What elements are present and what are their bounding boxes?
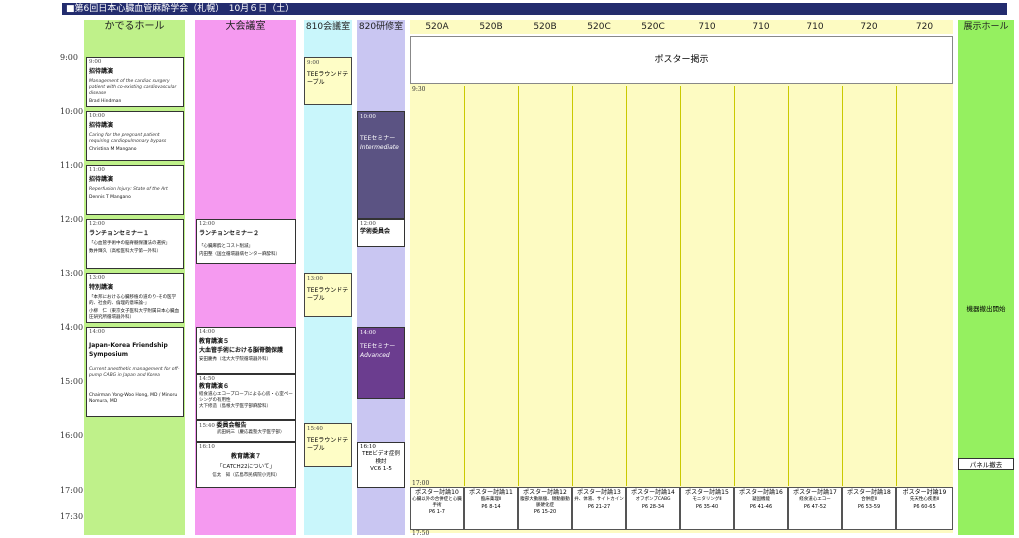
time-label: 17:00 <box>60 486 84 495</box>
poster-end-time: 17:50 <box>412 530 430 537</box>
time-label: 15:00 <box>60 377 84 386</box>
poster-divider <box>572 86 573 486</box>
column-poster <box>410 36 953 533</box>
hall-header-720-1: 720 <box>842 20 896 34</box>
time-label: 13:00 <box>60 269 84 278</box>
poster-session-16[interactable]: ポスター討論16 凝固機能 P6 41-46 <box>734 487 788 530</box>
session-daikaigi-1200[interactable]: 12:00 ランチョンセミナー２ 「心臓麻酔とコスト削減」 内田整（国立循環器病… <box>196 219 296 264</box>
time-label: 12:00 <box>60 215 84 224</box>
time-label: 16:00 <box>60 431 84 440</box>
poster-divider <box>734 86 735 486</box>
poster-session-13[interactable]: ポスター討論13 弁、体液、サイトカイン P6 21-27 <box>572 487 626 530</box>
hall-header-520C-1: 520C <box>572 20 626 34</box>
hall-header-710-2: 710 <box>734 20 788 34</box>
poster-session-17[interactable]: ポスター討論17 経食道心エコー P6 47-52 <box>788 487 842 530</box>
hall-header-720-2: 720 <box>896 20 953 34</box>
hall-header-710-3: 710 <box>788 20 842 34</box>
hall-header-520A: 520A <box>410 20 464 34</box>
poster-divider <box>788 86 789 486</box>
poster-session-19[interactable]: ポスター討論19 先天性心疾患Ⅱ P6 60-65 <box>896 487 953 530</box>
poster-session-18[interactable]: ポスター討論18 合併症Ⅱ P6 53-59 <box>842 487 896 530</box>
session-kaderu-1000[interactable]: 10:00 招待講演 Caring for the pregnant patie… <box>86 111 184 161</box>
time-label: 17:30 <box>60 512 84 521</box>
session-820-1200[interactable]: 12:00 学術委員会 <box>357 219 405 247</box>
session-820-1000[interactable]: 10:00 TEEセミナー Intermediate <box>357 111 405 219</box>
session-810-0900[interactable]: 9:00 TEEラウンドテーブル <box>304 57 352 105</box>
session-810-1300[interactable]: 13:00 TEEラウンドテーブル <box>304 273 352 317</box>
time-label: 10:00 <box>60 107 84 116</box>
session-kaderu-0900[interactable]: 9:00 招待講演 Management of the cardiac surg… <box>86 57 184 107</box>
hall-header-520C-2: 520C <box>626 20 680 34</box>
session-kaderu-1300[interactable]: 13:00 特別講演 「本邦における心臓移植の道のり-その医学的、社会的、倫理的… <box>86 273 184 323</box>
poster-session-time: 17:00 <box>412 480 430 487</box>
poster-start-time: 9:30 <box>412 86 426 93</box>
session-daikaigi-1610[interactable]: 16:10 教育講演７ 「CATCH22について」 信太 知（広島市民病院小児科… <box>196 442 296 488</box>
hall-header-exhibit: 展示ホール <box>963 22 1009 32</box>
poster-divider <box>626 86 627 486</box>
hall-header-710-1: 710 <box>680 20 734 34</box>
time-label: 14:00 <box>60 323 84 332</box>
poster-divider <box>518 86 519 486</box>
session-kaderu-1200[interactable]: 12:00 ランチョンセミナー１ 「心血管手術中の脳脊髄保護法の選択」 数井輝久… <box>86 219 184 269</box>
time-label: 9:00 <box>60 53 78 62</box>
poster-session-12[interactable]: ポスター討論12 腹部大動脈瘤、頸動脈動脈硬化症 P6 15-20 <box>518 487 572 530</box>
poster-divider <box>896 86 897 486</box>
poster-divider <box>842 86 843 486</box>
poster-divider <box>680 86 681 486</box>
exhibit-removal-start: 機器撤出開始 <box>966 305 1006 313</box>
session-kaderu-1400[interactable]: 14:00 Japan-Korea Friendship Symposium C… <box>86 327 184 417</box>
poster-session-14[interactable]: ポスター討論14 オフポンプCABG P6 28-34 <box>626 487 680 530</box>
hall-header-820: 820研修室 <box>358 22 404 32</box>
hall-header-810: 810会議室 <box>305 22 351 32</box>
poster-session-11[interactable]: ポスター討論11 臨床薬理Ⅱ P6 8-14 <box>464 487 518 530</box>
poster-session-10[interactable]: ポスター討論10 心臓以外の合併症と心臓手術 P6 1-7 <box>410 487 464 530</box>
session-kaderu-1100[interactable]: 11:00 招待講演 Reperfusion Injury: State of … <box>86 165 184 215</box>
hall-header-520B-2: 520B <box>518 20 572 34</box>
session-daikaigi-1540[interactable]: 15:40 委員会報告 武田純三（慶応義塾大学医学部） <box>196 420 296 442</box>
session-820-1610[interactable]: 16:10 TEEビデオ症例検討 VC6 1-5 <box>357 442 405 488</box>
session-820-1400[interactable]: 14:00 TEEセミナー Advanced <box>357 327 405 399</box>
hall-header-daikaigi: 大会議室 <box>225 21 266 32</box>
poster-divider <box>464 86 465 486</box>
exhibit-panel-removal: パネル撤去 <box>958 458 1014 470</box>
hall-header-520B-1: 520B <box>464 20 518 34</box>
time-label: 11:00 <box>60 161 84 170</box>
session-810-1540[interactable]: 15:40 TEEラウンドテーブル <box>304 423 352 467</box>
session-daikaigi-1400[interactable]: 14:00 教育講演５ 大血管手術における脳脊髄保護 安田慶秀（北大大学院循環器… <box>196 327 296 374</box>
poster-banner: ポスター掲示 <box>410 36 953 84</box>
session-daikaigi-1450[interactable]: 14:50 教育講演６ 経食道心エコープローブによる心房・心室ペーシングの有用性… <box>196 374 296 420</box>
page-title: ■第6回日本心臓血管麻酔学会（札幌） 10月６日（土） <box>62 3 1007 15</box>
hall-header-kaderu: かでるホール <box>104 21 165 32</box>
poster-session-15[interactable]: ポスター討論15 モニタリングⅡ P6 35-40 <box>680 487 734 530</box>
